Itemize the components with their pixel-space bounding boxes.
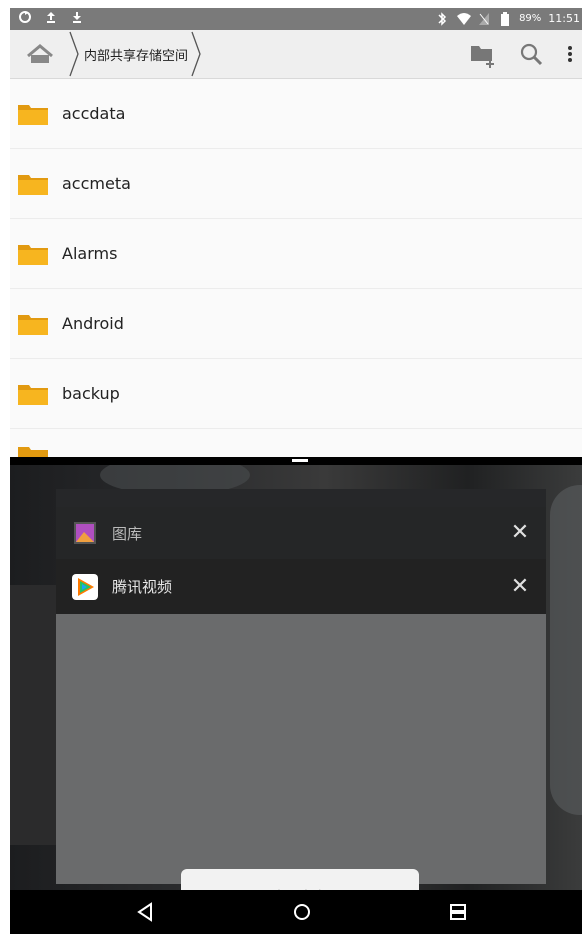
new-folder-button[interactable] xyxy=(468,40,498,68)
home-icon xyxy=(27,44,53,63)
clock: 11:51 xyxy=(548,12,580,25)
list-item[interactable]: accmeta xyxy=(10,149,582,219)
split-screen-icon xyxy=(450,904,466,920)
folder-icon xyxy=(18,103,48,125)
recent-cards: 图库 ✕ 腾讯视频 ✕ 权限申请 xyxy=(56,489,546,890)
gallery-icon xyxy=(72,520,98,546)
folder-icon xyxy=(18,383,48,405)
status-bar-left xyxy=(18,10,84,24)
close-icon[interactable]: ✕ xyxy=(500,513,540,553)
folder-icon xyxy=(18,313,48,335)
search-button[interactable] xyxy=(516,40,546,68)
more-options-button[interactable] xyxy=(560,40,580,68)
file-list: accdata accmeta Alarms Android backup xyxy=(10,79,582,459)
breadcrumb[interactable]: 内部共享存储空间 xyxy=(68,30,202,78)
file-name: accdata xyxy=(62,104,126,123)
wallpaper-shape xyxy=(10,585,60,845)
navigation-bar xyxy=(10,890,582,934)
back-icon xyxy=(137,902,152,922)
list-item-partial[interactable] xyxy=(10,429,582,459)
folder-icon xyxy=(18,243,48,265)
list-item[interactable]: backup xyxy=(10,359,582,429)
list-item[interactable]: accdata xyxy=(10,79,582,149)
recents-button[interactable] xyxy=(438,898,478,926)
new-folder-icon xyxy=(471,46,494,68)
recent-card-preview[interactable]: 权限申请 xyxy=(56,614,546,890)
recent-card-tencent-video[interactable]: 腾讯视频 ✕ xyxy=(56,559,546,614)
battery-percent: 89% xyxy=(519,13,542,24)
permission-request-button[interactable]: 权限申请 xyxy=(181,869,419,890)
toolbar: 内部共享存储空间 xyxy=(10,30,582,79)
recent-apps-panel: 图库 ✕ 腾讯视频 ✕ 权限申请 xyxy=(10,465,582,890)
status-bar-right: 89% 11:51 xyxy=(435,11,580,27)
home-button[interactable] xyxy=(20,40,60,68)
back-button[interactable] xyxy=(125,898,165,926)
file-name: Alarms xyxy=(62,244,118,263)
list-item[interactable]: Alarms xyxy=(10,219,582,289)
search-icon xyxy=(520,43,543,66)
home-nav-button[interactable] xyxy=(282,898,322,926)
file-name: Android xyxy=(62,314,124,333)
home-circle-icon xyxy=(294,904,310,920)
breadcrumb-right-chevron-icon xyxy=(191,31,201,77)
close-icon[interactable]: ✕ xyxy=(500,567,540,607)
list-item[interactable]: Android xyxy=(10,289,582,359)
wallpaper-shape xyxy=(550,485,582,815)
battery-icon xyxy=(498,12,512,26)
no-sim-icon xyxy=(477,12,491,26)
file-name: accmeta xyxy=(62,174,131,193)
recent-card-gallery[interactable]: 图库 ✕ xyxy=(56,507,546,559)
breadcrumb-label: 内部共享存储空间 xyxy=(84,48,189,64)
tencent-video-icon xyxy=(72,573,98,600)
screen: 89% 11:51 内部共享存储空间 accdata accmeta Alarm… xyxy=(10,8,582,934)
status-bar: 89% 11:51 xyxy=(10,8,582,30)
breadcrumb-left-chevron-icon xyxy=(69,31,79,77)
sync-icon xyxy=(18,10,32,24)
more-options-icon xyxy=(568,46,572,62)
recent-card-title: 图库 xyxy=(112,524,143,543)
recent-card-back xyxy=(56,489,546,507)
divider-handle[interactable] xyxy=(292,459,308,462)
upload-icon xyxy=(44,10,58,24)
file-name: backup xyxy=(62,384,120,403)
folder-icon xyxy=(18,173,48,195)
bluetooth-icon xyxy=(435,12,449,26)
recent-card-title: 腾讯视频 xyxy=(112,578,173,596)
wifi-icon xyxy=(456,12,472,26)
download-icon xyxy=(70,10,84,24)
split-screen-divider[interactable] xyxy=(10,457,582,465)
